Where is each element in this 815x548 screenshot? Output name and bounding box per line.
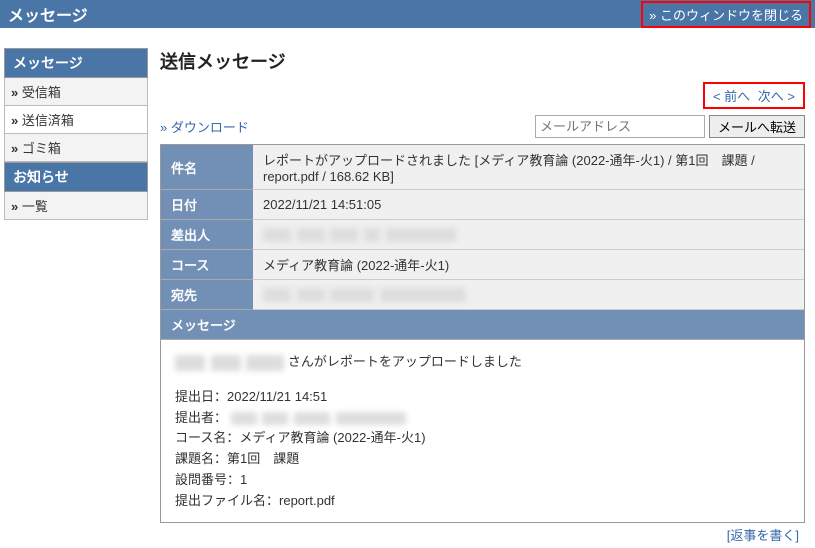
content-area: 送信メッセージ < 前へ 次へ > » ダウンロード メールへ転送 件名 レポー… [148, 48, 815, 548]
subject-label: 件名 [161, 145, 253, 190]
sidebar-item-label: 一覧 [22, 199, 48, 214]
sender-value: xx xx xx x xxxxxx [253, 220, 804, 250]
sidebar-item-list[interactable]: » 一覧 [4, 192, 148, 220]
submit-date-label: 提出日： [175, 389, 227, 404]
marker-icon: » [11, 85, 18, 100]
body-lead-line: xx xx xxx さんがレポートをアップロードしました [175, 352, 790, 373]
task-value: 第1回 課題 [227, 451, 299, 466]
qno-label: 設問番号： [175, 472, 240, 487]
pagination-row: < 前へ 次へ > [160, 82, 805, 109]
date-value: 2022/11/21 14:51:05 [253, 190, 804, 220]
file-label: 提出ファイル名： [175, 493, 279, 508]
task-label: 課題名： [175, 451, 227, 466]
reply-link[interactable]: [返事を書く] [727, 528, 799, 543]
file-value: report.pdf [279, 493, 335, 508]
message-panel: 件名 レポートがアップロードされました [メディア教育論 (2022-通年-火1… [160, 144, 805, 523]
recipient-label: 宛先 [161, 280, 253, 310]
message-body: xx xx xxx さんがレポートをアップロードしました 提出日：2022/11… [161, 340, 804, 522]
date-label: 日付 [161, 190, 253, 220]
message-body-header: メッセージ [161, 310, 804, 340]
sender-label: 差出人 [161, 220, 253, 250]
recipient-value: xx xx xxxx xxxxxxx [253, 280, 804, 310]
topbar: メッセージ » このウィンドウを閉じる [0, 0, 815, 28]
email-input[interactable] [535, 115, 705, 138]
sidebar-item-sent[interactable]: » 送信済箱 [4, 106, 148, 134]
sidebar-section-messages: メッセージ [4, 48, 148, 78]
course-line-value: メディア教育論 (2022-通年-火1) [239, 430, 425, 445]
next-link[interactable]: 次へ > [758, 89, 795, 104]
course-line-label: コース名： [175, 430, 239, 445]
sidebar-section-notice: お知らせ [4, 162, 148, 192]
course-value: メディア教育論 (2022-通年-火1) [253, 250, 804, 280]
marker-icon: » [11, 199, 18, 214]
download-link[interactable]: » ダウンロード [160, 117, 249, 136]
subject-value: レポートがアップロードされました [メディア教育論 (2022-通年-火1) /… [253, 145, 804, 190]
body-lead-tail: さんがレポートをアップロードしました [288, 354, 522, 369]
page-title: 送信メッセージ [160, 48, 805, 74]
sidebar-item-label: ゴミ箱 [22, 141, 61, 156]
close-window-button[interactable]: » このウィンドウを閉じる [641, 1, 811, 28]
sidebar-item-label: 送信済箱 [22, 113, 74, 128]
submit-date-value: 2022/11/21 14:51 [227, 389, 327, 404]
course-label: コース [161, 250, 253, 280]
submitter-label: 提出者： [175, 410, 227, 425]
forward-button[interactable]: メールへ転送 [709, 115, 805, 138]
prev-link[interactable]: < 前へ [713, 89, 750, 104]
topbar-title: メッセージ [8, 2, 88, 26]
sidebar-item-inbox[interactable]: » 受信箱 [4, 78, 148, 106]
marker-icon: » [11, 113, 18, 128]
sidebar: メッセージ » 受信箱 » 送信済箱 » ゴミ箱 お知らせ » 一覧 [0, 48, 148, 548]
marker-icon: » [11, 141, 18, 156]
sidebar-item-trash[interactable]: » ゴミ箱 [4, 134, 148, 162]
sidebar-item-label: 受信箱 [22, 85, 61, 100]
qno-value: 1 [240, 472, 247, 487]
